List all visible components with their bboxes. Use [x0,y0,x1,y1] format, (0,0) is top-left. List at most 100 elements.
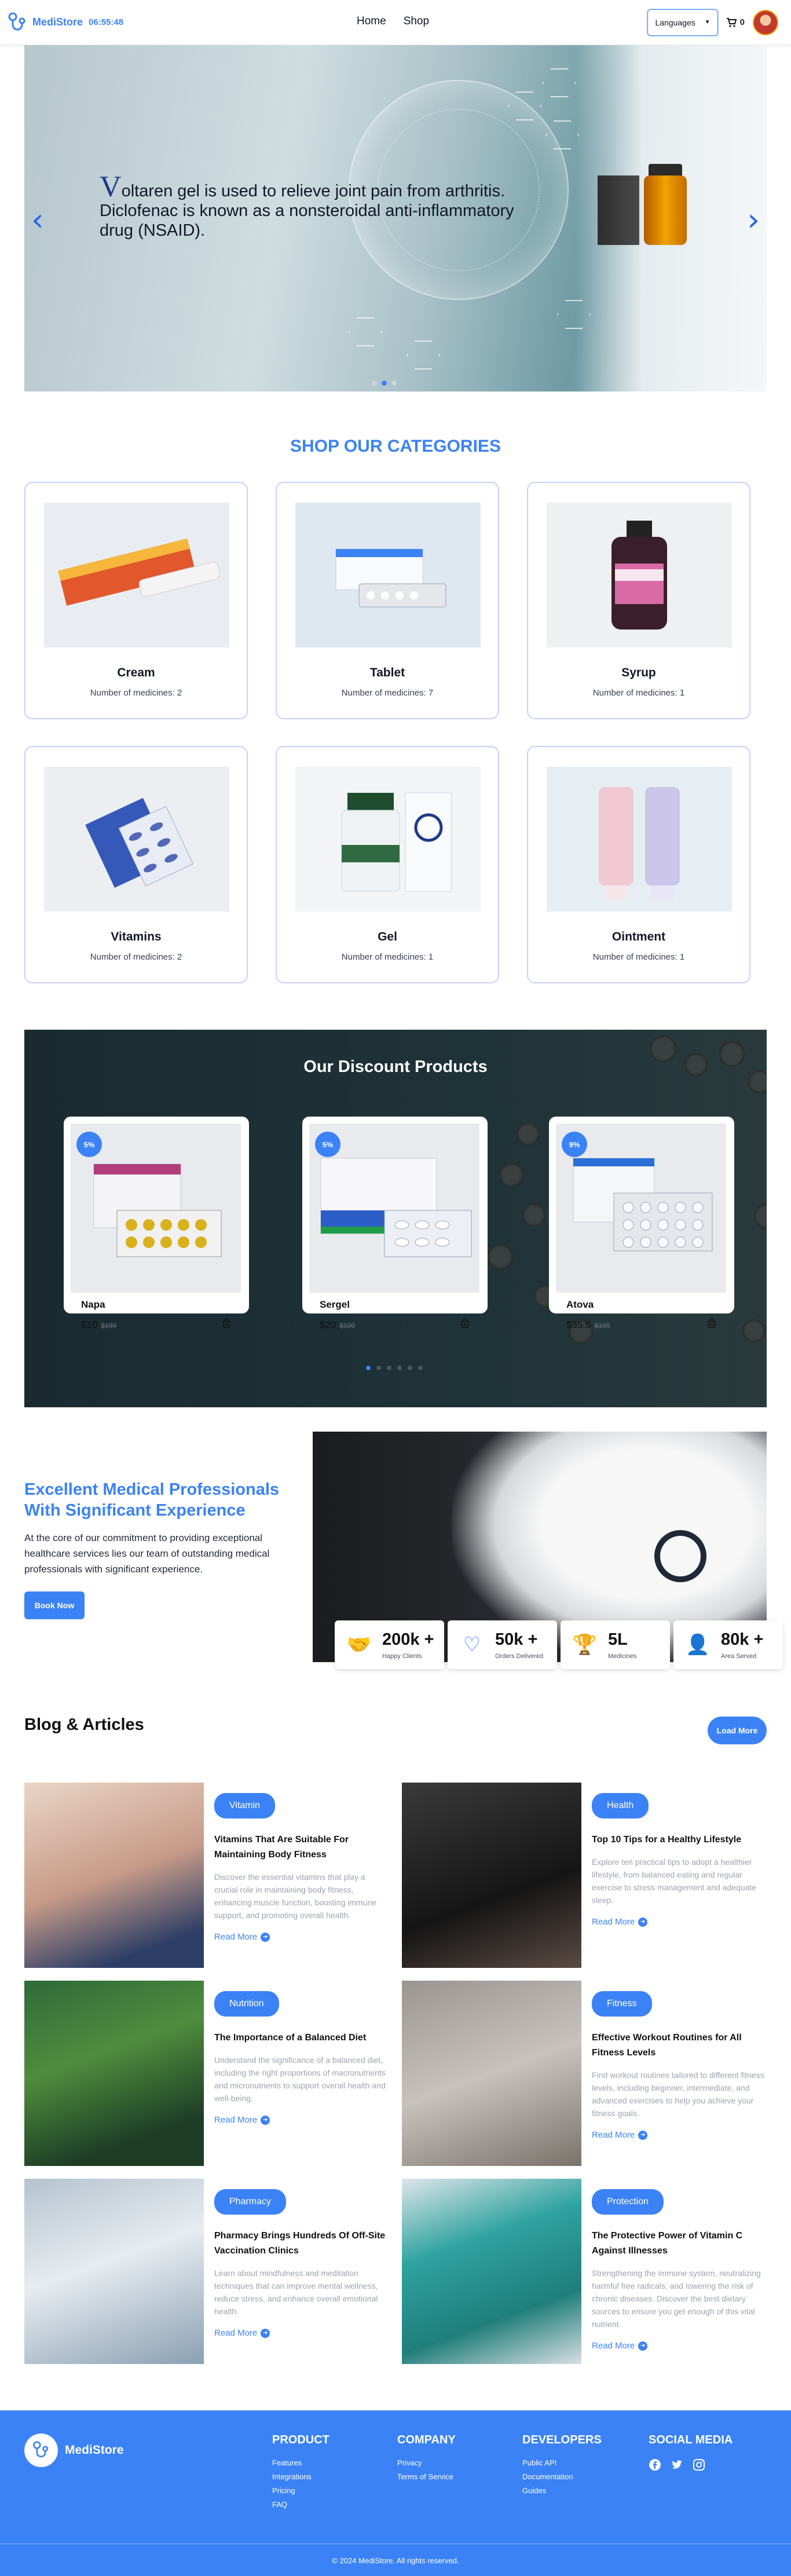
discount-product-card[interactable]: 5% Sergel $20 $199 [302,1117,488,1330]
avatar[interactable] [753,9,778,35]
twitter-icon[interactable] [671,2458,683,2471]
category-count: Number of medicines: 1 [592,952,685,962]
blog-title: Blog & Articles [24,1715,144,1734]
professionals-section: Excellent Medical Professionals With Sig… [0,1432,791,1704]
instagram-icon[interactable] [693,2458,705,2471]
blog-post-card[interactable]: Health Top 10 Tips for a Healthy Lifesty… [402,1783,764,1968]
footer-brand[interactable]: MediStore [24,2434,124,2467]
footer-link[interactable]: Terms of Service [397,2472,456,2481]
pill-decoration [488,1244,513,1269]
footer-link[interactable]: Pricing [272,2486,329,2495]
footer-column-title: SOCIAL MEDIA [649,2434,733,2446]
carousel-dot[interactable] [366,1366,371,1370]
trophy-icon: 🏆 [572,1633,598,1656]
blog-post-title[interactable]: Effective Workout Routines for All Fitne… [592,2030,764,2061]
professionals-description: At the core of our commitment to providi… [24,1532,270,1575]
carousel-dot[interactable] [397,1366,402,1370]
blog-post-card[interactable]: Vitamin Vitamins That Are Suitable For M… [24,1783,387,1968]
category-image-ointment [547,767,732,912]
facebook-icon[interactable] [649,2458,661,2471]
footer-link[interactable]: Documentation [522,2472,602,2481]
add-to-cart-icon[interactable] [221,1318,232,1331]
blog-tag[interactable]: Health [592,1793,649,1818]
carousel-dot[interactable] [382,380,387,386]
blog-tag[interactable]: Protection [592,2189,664,2215]
blog-post-card[interactable]: Pharmacy Pharmacy Brings Hundreds Of Off… [24,2179,387,2364]
blog-post-body: Nutrition The Importance of a Balanced D… [204,1981,387,2166]
product-image-sergel: 5% [309,1124,479,1293]
cart-button[interactable]: 0 [726,17,745,27]
blog-tag[interactable]: Vitamin [214,1793,276,1818]
price-old: $199 [339,1322,356,1330]
language-select[interactable]: Languages ▼ [647,9,718,36]
brand[interactable]: MediStore 06:55:48 [6,11,123,34]
chevron-left-icon[interactable]: ‹ [31,202,44,238]
nav-link-home[interactable]: Home [357,15,386,28]
user-plus-icon: 👤 [685,1633,711,1656]
category-card[interactable]: Vitamins Number of medicines: 2 [24,746,248,983]
read-more-link[interactable]: Read More ➜ [214,1932,387,1942]
footer: MediStore PRODUCT Features Integrations … [0,2410,791,2576]
footer-link[interactable]: Public API [522,2458,602,2467]
footer-link[interactable]: Guides [522,2486,602,2495]
nav-link-shop[interactable]: Shop [404,15,429,28]
blog-post-card[interactable]: Fitness Effective Workout Routines for A… [402,1981,764,2166]
read-more-link[interactable]: Read More ➜ [214,2115,387,2125]
book-now-button[interactable]: Book Now [24,1591,85,1619]
carousel-dot[interactable] [391,380,397,386]
blog-post-card[interactable]: Nutrition The Importance of a Balanced D… [24,1981,387,2166]
nav-links: Home Shop [357,15,429,28]
load-more-button[interactable]: Load More [708,1717,767,1744]
blog-post-title[interactable]: Top 10 Tips for a Healthy Lifestyle [592,1832,764,1847]
category-image-syrup [547,503,732,647]
blog-post-title[interactable]: The Protective Power of Vitamin C Agains… [592,2229,764,2259]
add-to-cart-icon[interactable] [460,1318,470,1331]
blog-post-excerpt: Understand the significance of a balance… [214,2055,386,2103]
discount-product-card[interactable]: 5% Napa $10 $199 [64,1117,249,1330]
chevron-right-icon[interactable]: › [747,202,760,238]
add-to-cart-icon[interactable] [706,1318,717,1331]
blog-tag[interactable]: Nutrition [214,1991,279,2017]
discount-carousel-dots [366,1366,423,1370]
blog-post-title[interactable]: The Importance of a Balanced Diet [214,2030,387,2046]
category-card[interactable]: Tablet Number of medicines: 7 [276,482,499,719]
read-more-link[interactable]: Read More ➜ [592,2130,764,2140]
blog-post-excerpt: Explore ten practical tips to adopt a he… [592,1857,757,1905]
footer-column-title: DEVELOPERS [522,2434,602,2446]
category-card[interactable]: Ointment Number of medicines: 1 [527,746,750,983]
read-more-link[interactable]: Read More ➜ [214,2328,387,2338]
pill-decoration [517,1122,540,1146]
categories-title: SHOP OUR CATEGORIES [290,437,501,456]
stat-value: 200k + [382,1630,434,1649]
blog-post-card[interactable]: Protection The Protective Power of Vitam… [402,2179,764,2364]
carousel-dot[interactable] [376,1366,381,1370]
arrow-right-icon: ➜ [638,1917,648,1927]
stat-label: Area Served [721,1652,757,1660]
footer-link[interactable]: Features [272,2458,329,2467]
blog-post-title[interactable]: Vitamins That Are Suitable For Maintaini… [214,1832,387,1863]
product-price: $10 $199 [81,1319,116,1331]
category-card[interactable]: Gel Number of medicines: 1 [276,746,499,983]
category-card[interactable]: Cream Number of medicines: 2 [24,482,248,719]
carousel-dot[interactable] [372,380,377,386]
blog-tag[interactable]: Pharmacy [214,2189,287,2215]
medicine-bottle-image [644,175,687,245]
discount-badge: 9% [562,1132,587,1157]
carousel-dot[interactable] [387,1366,391,1370]
read-more-label: Read More [214,1932,258,1942]
carousel-dot[interactable] [408,1366,412,1370]
read-more-link[interactable]: Read More ➜ [592,2341,764,2351]
read-more-link[interactable]: Read More ➜ [592,1917,764,1927]
footer-link[interactable]: FAQ [272,2500,329,2509]
blog-tag[interactable]: Fitness [592,1991,652,2017]
cart-count: 0 [739,17,745,27]
footer-link[interactable]: Privacy [397,2458,456,2467]
category-card[interactable]: Syrup Number of medicines: 1 [527,482,750,719]
carousel-dot[interactable] [418,1366,423,1370]
blog-post-image [402,2179,581,2364]
footer-link[interactable]: Integrations [272,2472,329,2481]
stat-card: 🤝 200k + Happy Clients [335,1620,444,1669]
blog-post-title[interactable]: Pharmacy Brings Hundreds Of Off-Site Vac… [214,2229,387,2259]
discount-product-card[interactable]: 9% Atova $35.5 $199 [549,1117,734,1330]
social-links [649,2458,733,2471]
